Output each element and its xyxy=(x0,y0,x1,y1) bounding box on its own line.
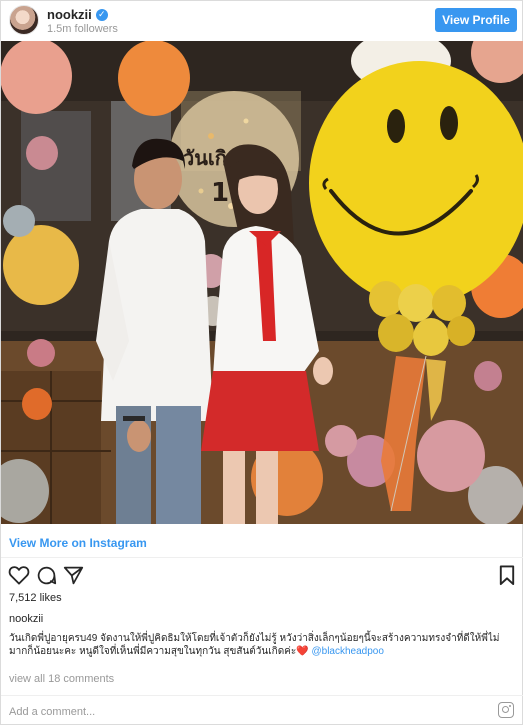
post-photo[interactable]: วันเกิ 19 xyxy=(1,41,523,524)
verified-badge-icon: ✓ xyxy=(95,8,108,21)
instagram-logo-icon[interactable] xyxy=(498,702,514,718)
photo-illustration: วันเกิ 19 xyxy=(1,41,523,524)
caption: วันเกิดพี่ปูอายุครบ49 จัดงานให้พี่ปูคิดธ… xyxy=(9,632,517,658)
bookmark-icon[interactable] xyxy=(499,565,515,586)
view-all-comments-link[interactable]: view all 18 comments xyxy=(9,673,114,685)
caption-text: วันเกิดพี่ปูอายุครบ49 จัดงานให้พี่ปูคิดธ… xyxy=(9,633,500,657)
view-more-link[interactable]: View More on Instagram xyxy=(9,536,147,550)
caption-username[interactable]: nookzii xyxy=(9,613,43,625)
balloon-text: วันเกิ xyxy=(183,146,227,170)
view-more-bar: View More on Instagram xyxy=(1,524,523,558)
post-header: nookzii ✓ 1.5m followers View Profile xyxy=(1,1,523,41)
avatar[interactable] xyxy=(9,5,39,35)
username[interactable]: nookzii xyxy=(47,7,92,22)
comment-icon[interactable] xyxy=(36,565,57,586)
divider xyxy=(1,695,523,696)
heart-emoji: ❤️ xyxy=(296,646,309,657)
add-comment-input[interactable]: Add a comment... xyxy=(9,706,95,718)
like-count[interactable]: 7,512 likes xyxy=(9,592,62,604)
heart-icon[interactable] xyxy=(8,565,30,585)
caption-mention[interactable]: @blackheadpoo xyxy=(311,646,383,657)
view-profile-button[interactable]: View Profile xyxy=(435,8,517,32)
action-bar xyxy=(1,561,523,589)
instagram-embed: nookzii ✓ 1.5m followers View Profile วั… xyxy=(0,0,523,725)
follower-count: 1.5m followers xyxy=(47,23,118,35)
share-icon[interactable] xyxy=(63,565,84,586)
username-row: nookzii ✓ xyxy=(47,7,108,22)
